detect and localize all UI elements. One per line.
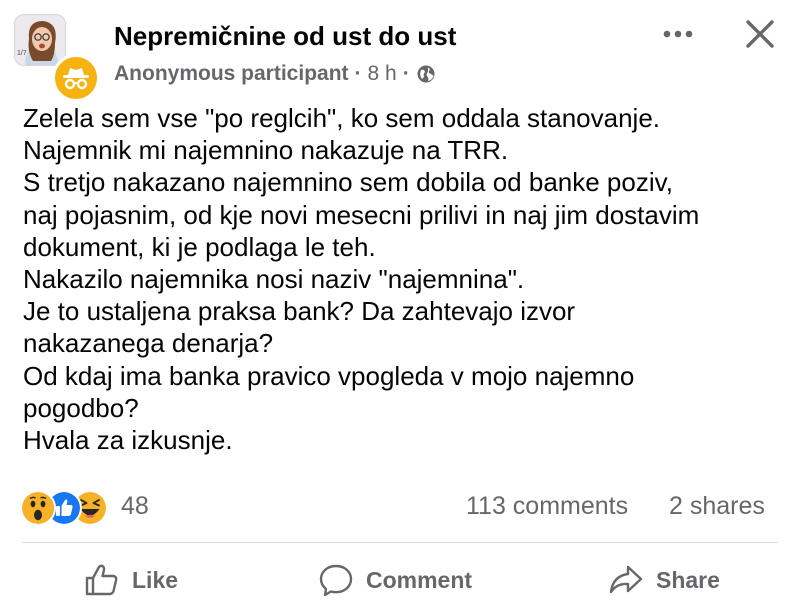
post-text-line: Najemnik mi najemnino nakazuje na TRR. bbox=[23, 135, 509, 166]
group-name[interactable]: Nepremičnine od ust do ust bbox=[114, 21, 456, 52]
reaction-icons[interactable] bbox=[20, 490, 120, 526]
globe-icon bbox=[417, 65, 435, 83]
post-text-line: Zelela sem vse "po reglcih", ko sem odda… bbox=[23, 103, 661, 133]
post-header: 1/7 Nepremičnine od ust do ust Anonymous… bbox=[0, 0, 800, 102]
like-button[interactable]: Like bbox=[84, 558, 178, 602]
share-button[interactable]: Share bbox=[608, 558, 720, 602]
share-label: Share bbox=[656, 566, 720, 593]
like-label: Like bbox=[132, 566, 179, 593]
post-time[interactable]: 8 h bbox=[368, 62, 397, 86]
post-text-line: nakazanega denarja? bbox=[23, 328, 274, 359]
post-text-line: S tretjo nakazano najemnino sem dobila o… bbox=[23, 167, 673, 198]
meta-separator: · bbox=[354, 62, 362, 85]
post-body: Zelela sem vse "po reglcih", ko sem odda… bbox=[23, 102, 783, 456]
close-button[interactable] bbox=[738, 14, 782, 54]
wow-reaction-icon bbox=[20, 490, 56, 526]
close-icon bbox=[746, 20, 774, 48]
avatar-group: 1/7 bbox=[14, 14, 100, 102]
comments-count[interactable]: 113 comments bbox=[466, 492, 628, 521]
group-avatar-label: 1/7 bbox=[17, 50, 27, 57]
post-actions: Like Comment Share bbox=[0, 552, 800, 608]
post-text-line: Je to ustaljena praksa bank? Da zahtevaj… bbox=[23, 296, 576, 327]
post-text-line: Hvala za izkusnje. bbox=[23, 425, 233, 456]
group-avatar[interactable]: 1/7 bbox=[14, 14, 66, 66]
post-text-line: dokument, ki je podlaga le teh. bbox=[23, 231, 376, 262]
post-text-line: Nakazilo najemnika nosi naziv "najemnina… bbox=[23, 264, 525, 295]
comment-icon bbox=[319, 564, 353, 597]
incognito-icon bbox=[63, 68, 89, 90]
post-text-line: pogodbo? bbox=[23, 392, 139, 423]
like-icon bbox=[85, 564, 118, 596]
group-avatar-image: 1/7 bbox=[15, 15, 65, 65]
more-options-icon bbox=[663, 30, 693, 38]
reaction-count[interactable]: 48 bbox=[121, 492, 149, 521]
divider bbox=[22, 542, 778, 543]
post-meta: Anonymous participant · 8 h · bbox=[114, 62, 436, 86]
author-name[interactable]: Anonymous participant bbox=[114, 62, 349, 86]
share-icon bbox=[609, 565, 643, 594]
post-text-line: naj pojasnim, od kje novi mesecni priliv… bbox=[23, 199, 700, 230]
reactions-summary: 48 113 comments 2 shares bbox=[0, 484, 800, 528]
meta-separator: · bbox=[402, 62, 410, 85]
more-options-button[interactable] bbox=[655, 18, 701, 50]
shares-count[interactable]: 2 shares bbox=[669, 492, 765, 521]
comment-button[interactable]: Comment bbox=[318, 558, 472, 602]
comment-label: Comment bbox=[366, 566, 473, 593]
incognito-badge bbox=[52, 54, 100, 102]
post-text-line: Od kdaj ima banka pravico vpogleda v moj… bbox=[23, 360, 635, 391]
